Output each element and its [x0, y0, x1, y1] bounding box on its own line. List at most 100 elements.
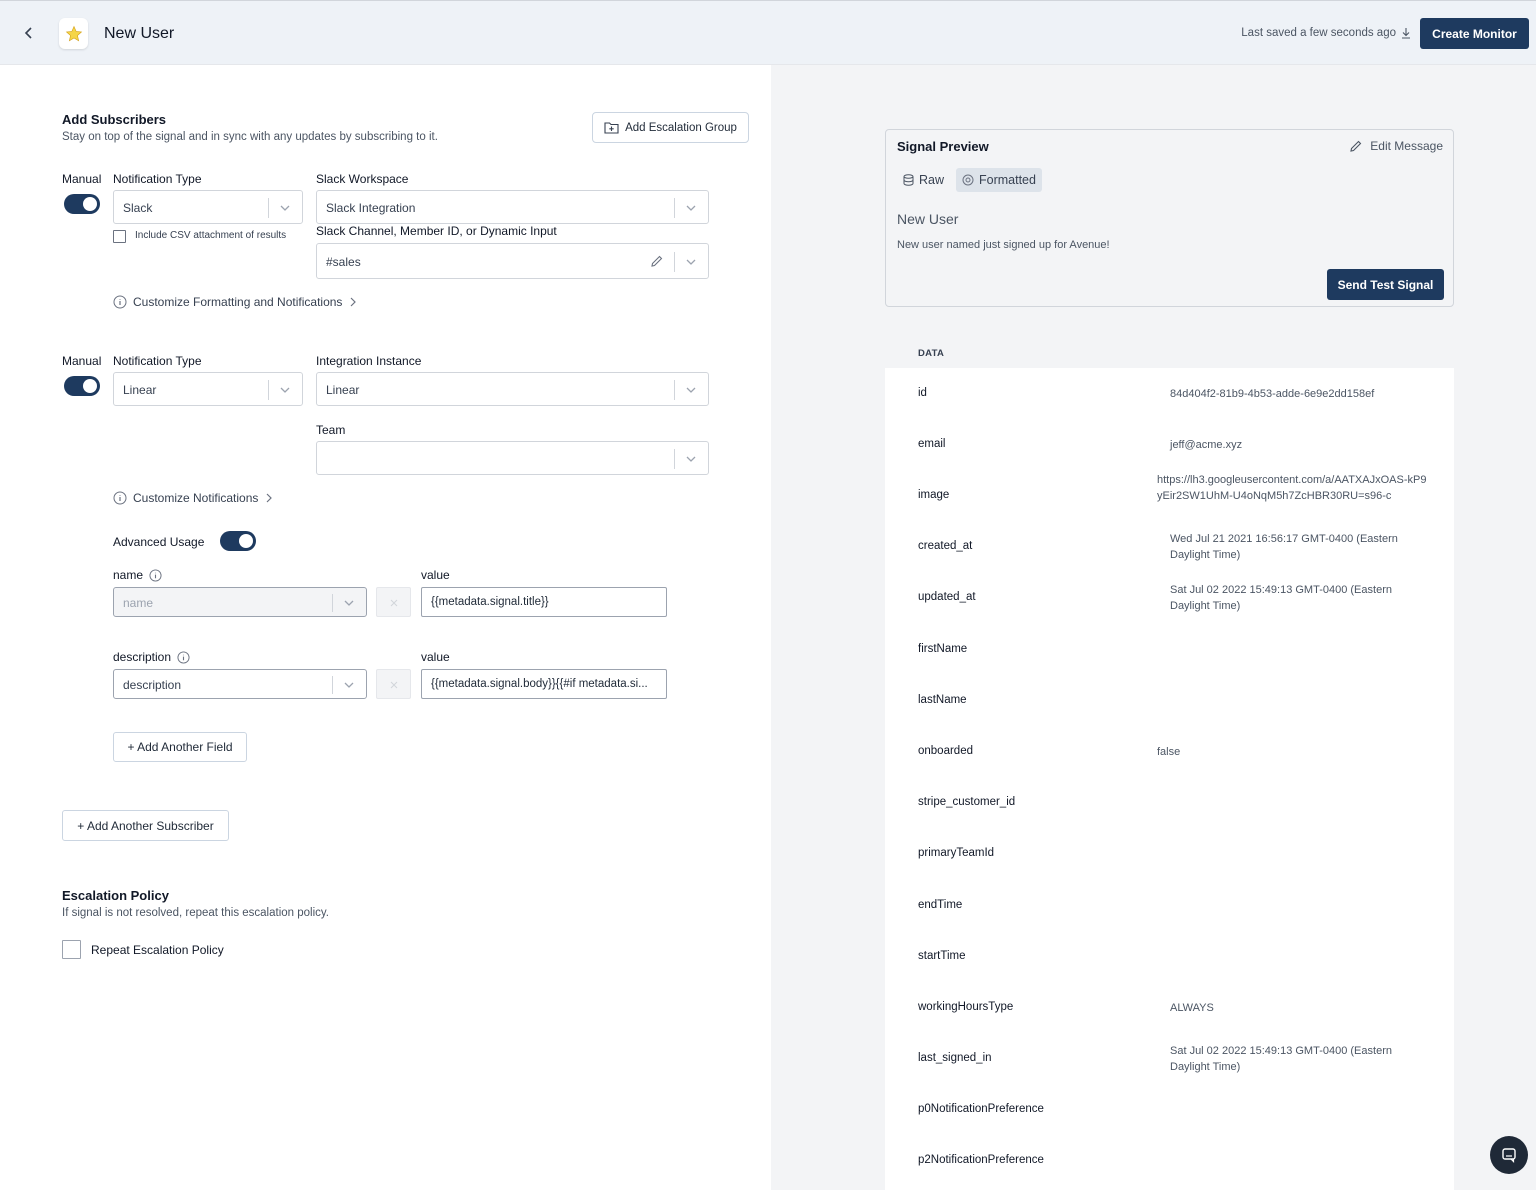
repeat-escalation-checkbox[interactable] [62, 940, 81, 959]
save-status-text: Last saved a few seconds ago [1241, 27, 1396, 39]
create-monitor-button[interactable]: Create Monitor [1420, 18, 1529, 49]
include-csv-label: Include CSV attachment of results [135, 230, 287, 241]
signal-preview-title: Signal Preview [897, 139, 989, 154]
eye-icon [962, 174, 974, 186]
notification-type-select-slack[interactable]: Slack [113, 190, 303, 224]
data-table: DATA id 84d404f2-81b9-4b53-adde-6e9e2dd1… [885, 338, 1454, 1190]
data-row-key: last_signed_in [918, 1052, 992, 1064]
slack-workspace-value: Slack Integration [326, 201, 416, 215]
tab-formatted-label: Formatted [979, 173, 1036, 187]
field-description-select[interactable]: description [113, 669, 367, 699]
page-title: New User [104, 25, 175, 42]
remove-field-button[interactable] [376, 587, 411, 617]
chat-icon [1502, 1148, 1516, 1163]
info-icon [113, 295, 127, 309]
subscribers-title: Add Subscribers [62, 112, 167, 127]
data-row-key: primaryTeamId [918, 847, 995, 859]
data-row-value: jeff@acme.xyz [1170, 439, 1243, 451]
data-row-key: workingHoursType [918, 1001, 1014, 1013]
subscribers-subtitle: Stay on top of the signal and in sync wi… [62, 131, 438, 143]
data-row-key: updated_at [918, 591, 976, 603]
data-row-value: 84d404f2-81b9-4b53-adde-6e9e2dd158ef [1170, 388, 1375, 400]
data-row-key: endTime [918, 899, 963, 911]
advanced-usage-label: Advanced Usage [113, 535, 205, 549]
info-icon[interactable] [177, 650, 190, 664]
select-divider [674, 380, 675, 400]
top-bar: New User Last saved a few seconds ago Cr… [0, 0, 1536, 65]
manual-toggle-slack[interactable] [64, 194, 100, 214]
database-icon [903, 174, 914, 186]
add-escalation-group-label: Add Escalation Group [625, 121, 737, 134]
tab-raw[interactable]: Raw [897, 168, 950, 192]
chevron-down-icon [280, 387, 290, 393]
advanced-usage-toggle[interactable] [220, 531, 256, 551]
integration-instance-label: Integration Instance [316, 354, 422, 368]
info-icon[interactable] [149, 568, 162, 582]
add-another-field-button[interactable]: + Add Another Field [113, 732, 247, 762]
pencil-icon[interactable] [650, 254, 664, 268]
field-name-value: name [123, 596, 154, 610]
remove-field-button[interactable] [376, 669, 411, 699]
field-name-label: name [113, 568, 144, 582]
integration-instance-select[interactable]: Linear [316, 372, 709, 406]
data-header-label: DATA [918, 348, 945, 359]
back-button[interactable] [18, 21, 40, 45]
chevron-down-icon [344, 600, 354, 606]
notification-type-label: Notification Type [113, 354, 202, 368]
add-escalation-group-button[interactable]: Add Escalation Group [592, 112, 749, 143]
data-row-key: lastName [918, 694, 967, 706]
slack-channel-label: Slack Channel, Member ID, or Dynamic Inp… [316, 224, 557, 238]
chevron-right-icon [266, 493, 273, 503]
field-value-label: value [421, 650, 450, 664]
signal-title: New User [897, 211, 959, 227]
team-select[interactable] [316, 441, 709, 475]
slack-channel-select[interactable]: #sales [316, 243, 709, 279]
edit-message-button[interactable]: Edit Message [1349, 139, 1443, 153]
data-row-value: https://lh3.googleusercontent.com/a/AATX… [1157, 474, 1427, 502]
select-divider [674, 252, 675, 272]
data-row-value: ALWAYS [1170, 1002, 1214, 1014]
chevron-down-icon [280, 205, 290, 211]
save-status: Last saved a few seconds ago [1241, 27, 1412, 39]
field-value-input-name[interactable]: {{metadata.signal.title}} [421, 587, 667, 617]
notification-type-select-linear[interactable]: Linear [113, 372, 303, 406]
select-divider [332, 594, 333, 612]
data-row-key: image [918, 489, 950, 501]
repeat-escalation-label: Repeat Escalation Policy [91, 943, 224, 957]
data-row-value: Wed Jul 21 2021 16:56:17 GMT-0400 (Easte… [1170, 533, 1398, 561]
integration-instance-value: Linear [326, 383, 360, 397]
data-row-value: Sat Jul 02 2022 15:49:13 GMT-0400 (Easte… [1170, 584, 1392, 612]
customize-notifications-link[interactable]: Customize Notifications [113, 491, 274, 505]
include-csv-checkbox[interactable] [113, 230, 126, 243]
notification-type-value: Slack [123, 201, 153, 215]
data-row-key: firstName [918, 643, 968, 655]
customize-notifications-label: Customize Notifications [133, 491, 259, 505]
field-value-input-description[interactable]: {{metadata.signal.body}}{{#if metadata.s… [421, 669, 667, 699]
monitor-icon-tile[interactable] [59, 18, 88, 49]
field-description-value: description [123, 678, 182, 692]
select-divider [674, 198, 675, 218]
chat-launcher-button[interactable] [1490, 1136, 1528, 1174]
data-row-value: Sat Jul 02 2022 15:49:13 GMT-0400 (Easte… [1170, 1045, 1392, 1073]
manual-toggle-linear[interactable] [64, 376, 100, 396]
data-row-value: false [1157, 746, 1181, 758]
select-divider [268, 380, 269, 400]
close-icon [390, 681, 398, 689]
chevron-down-icon [686, 387, 696, 393]
customize-formatting-link[interactable]: Customize Formatting and Notifications [113, 295, 358, 309]
field-name-select-disabled: name [113, 587, 367, 617]
close-icon [390, 599, 398, 607]
send-test-signal-button[interactable]: Send Test Signal [1327, 269, 1444, 300]
slack-workspace-select[interactable]: Slack Integration [316, 190, 709, 224]
field-value-label: value [421, 568, 450, 582]
slack-channel-value: #sales [326, 255, 361, 269]
data-row-key: p2NotificationPreference [918, 1154, 1044, 1166]
chevron-right-icon [350, 297, 357, 307]
download-icon[interactable] [1400, 27, 1412, 39]
tab-formatted[interactable]: Formatted [956, 168, 1042, 192]
add-another-subscriber-button[interactable]: + Add Another Subscriber [62, 810, 229, 841]
info-icon [113, 491, 127, 505]
notification-type-label: Notification Type [113, 172, 202, 186]
chevron-left-icon [24, 27, 32, 39]
team-label: Team [316, 423, 346, 437]
